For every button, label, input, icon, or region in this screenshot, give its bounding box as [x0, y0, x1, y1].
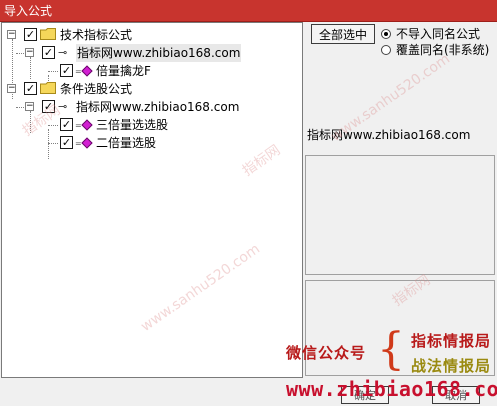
- window-title: 导入公式: [4, 4, 53, 18]
- dots-icon: =: [75, 121, 82, 130]
- tree-node-label: 三倍量选选股: [96, 118, 169, 132]
- tree-node-formula[interactable]: ✓ = 倍量擒龙F: [2, 62, 302, 80]
- key-icon: ⊸: [58, 100, 68, 113]
- tree-checkbox[interactable]: ✓: [60, 136, 73, 149]
- tree-node-formula[interactable]: ✓ = 二倍量选股: [2, 134, 302, 152]
- radio-button[interactable]: [381, 29, 391, 39]
- formula-gem-icon: [81, 137, 93, 149]
- promo-line1: 指标情报局: [410, 332, 491, 350]
- tree-node-label: 条件选股公式: [60, 82, 133, 96]
- expander-icon[interactable]: −: [7, 30, 16, 39]
- radio-label: 不导入同名公式: [396, 27, 481, 41]
- expander-icon[interactable]: −: [25, 48, 34, 57]
- tree-node-label: 技术指标公式: [60, 28, 133, 42]
- formula-gem-icon: [81, 119, 93, 131]
- tree-checkbox[interactable]: ✓: [24, 28, 37, 41]
- promo-wechat-label: 微信公众号: [286, 344, 367, 362]
- formula-gem-icon: [81, 65, 93, 77]
- tree-checkbox[interactable]: ✓: [60, 64, 73, 77]
- expander-icon[interactable]: −: [7, 84, 16, 93]
- tree-checkbox[interactable]: ✓: [24, 82, 37, 95]
- promo-url: www.zhibiao168.com: [286, 377, 497, 401]
- dots-icon: =: [75, 67, 82, 76]
- tree-checkbox[interactable]: ✓: [42, 100, 55, 113]
- select-all-button[interactable]: 全部选中: [311, 24, 375, 44]
- tree-checkbox[interactable]: ✓: [42, 46, 55, 59]
- description-box: [305, 155, 495, 275]
- formula-info-text: 指标网www.zhibiao168.com: [307, 128, 471, 142]
- promo-line2: 战法情报局: [410, 357, 491, 375]
- tree-node-formula[interactable]: ✓ = 三倍量选选股: [2, 116, 302, 134]
- tree-node-label: 倍量擒龙F: [96, 64, 151, 78]
- dots-icon: =: [75, 139, 82, 148]
- key-icon: ⊸: [58, 46, 68, 59]
- folder-icon: [40, 82, 56, 94]
- formula-tree[interactable]: − ✓ 技术指标公式 − ✓ ⊸ 指标网www.zhibiao168.com ✓…: [1, 22, 303, 378]
- tree-node-formula-group[interactable]: − ✓ ⊸ 指标网www.zhibiao168.com: [2, 98, 302, 116]
- tree-node-label: 指标网www.zhibiao168.com: [76, 44, 242, 62]
- radio-button[interactable]: [381, 45, 391, 55]
- folder-icon: [40, 28, 56, 40]
- tree-node-tech-formulas[interactable]: − ✓ 技术指标公式: [2, 26, 302, 44]
- tree-node-formula-group[interactable]: − ✓ ⊸ 指标网www.zhibiao168.com: [2, 44, 302, 62]
- tree-node-condition-formulas[interactable]: − ✓ 条件选股公式: [2, 80, 302, 98]
- tree-checkbox[interactable]: ✓: [60, 118, 73, 131]
- tree-node-label: 指标网www.zhibiao168.com: [76, 100, 240, 114]
- tree-node-label: 二倍量选股: [96, 136, 157, 150]
- expander-icon[interactable]: −: [25, 102, 34, 111]
- brace-icon: {: [377, 324, 405, 375]
- window-titlebar[interactable]: 导入公式: [0, 0, 497, 22]
- radio-label: 覆盖同名(非系统): [396, 43, 490, 57]
